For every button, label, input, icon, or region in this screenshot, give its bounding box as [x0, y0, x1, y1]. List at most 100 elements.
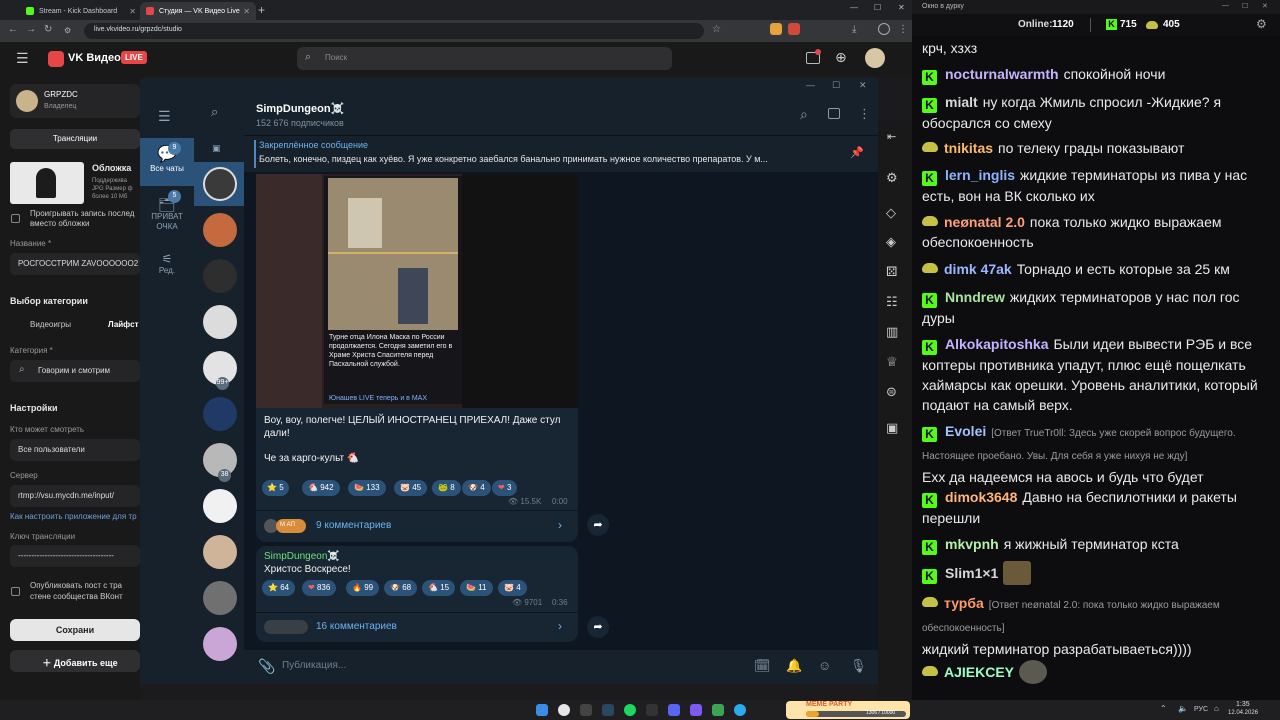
download-icon[interactable]: ⤓ [852, 24, 856, 35]
pin-list-icon[interactable]: 📌 [850, 146, 864, 159]
chat-username[interactable]: lern_inglis [945, 167, 1015, 183]
meme-party-widget[interactable]: MEME PARTY 1306 / 10000 [786, 701, 910, 719]
chat-avatar[interactable] [203, 213, 237, 247]
collapse-icon[interactable]: ⇤ [887, 130, 896, 143]
chat-username[interactable]: AJIEKCEY [944, 664, 1014, 680]
new-tab-button[interactable]: + [258, 3, 265, 17]
close-window-icon[interactable]: ✕ [898, 3, 905, 12]
tab-vk-studio[interactable]: Студия — VK Видео Live ✕ [140, 2, 256, 20]
play-record-checkbox[interactable] [11, 214, 20, 223]
search-icon[interactable]: ⌕ [211, 104, 218, 120]
chat-avatar[interactable] [203, 305, 237, 339]
reaction-pig[interactable]: 🐷 45 [394, 480, 428, 496]
chat-username[interactable]: dimok3648 [945, 489, 1017, 505]
back-icon[interactable]: ← [8, 24, 18, 35]
add-more-button[interactable]: ＋ Добавить еще [10, 650, 140, 672]
discord-icon[interactable] [668, 704, 680, 716]
avatar[interactable] [865, 48, 885, 68]
comments-bar[interactable]: М АП 9 комментариев › [256, 512, 578, 540]
spotify-icon[interactable] [624, 704, 636, 716]
extension-icon[interactable] [788, 23, 800, 35]
save-button[interactable]: Сохрани [10, 619, 140, 641]
settings-icon[interactable]: ⚙ [1256, 17, 1267, 31]
chat-username[interactable]: mkvpnh [945, 536, 999, 552]
chat-username[interactable]: Alkokapitoshka [945, 336, 1048, 352]
app-icon[interactable] [580, 704, 592, 716]
video-icon[interactable]: ▣ [886, 420, 898, 436]
chat-username[interactable]: tnikitas [944, 140, 993, 156]
reaction-melon[interactable]: 🍉 11 [460, 580, 493, 596]
microphone-icon[interactable]: 🎙 [850, 658, 867, 674]
clock-time[interactable]: 1:35 [1236, 701, 1250, 708]
network-icon[interactable]: ⌂ [1214, 704, 1219, 713]
reaction-melon[interactable]: 🍉 133 [348, 480, 386, 496]
emoji-icon[interactable]: ☺ [818, 658, 831, 673]
chat-avatar[interactable] [203, 627, 237, 661]
who-can-watch-select[interactable]: Все пользователи [10, 439, 140, 461]
close-tab-icon[interactable]: ✕ [129, 7, 136, 16]
profile-icon[interactable] [878, 23, 890, 35]
steam-icon[interactable] [602, 704, 614, 716]
reaction-chicken[interactable]: 🐔 942 [302, 480, 340, 496]
minimize-icon[interactable]: — [850, 3, 858, 12]
minimize-icon[interactable]: — [806, 80, 815, 90]
hamburger-menu-icon[interactable]: ☰ [158, 108, 171, 125]
server-field[interactable]: rtmp://vsu.mycdn.me/input/ [10, 485, 140, 507]
obs-icon[interactable] [646, 704, 658, 716]
list-icon[interactable]: ☷ [886, 294, 898, 310]
chat-username[interactable]: Slim1×1 [945, 565, 998, 581]
site-info-icon[interactable]: ⚙ [64, 26, 71, 35]
chat-avatar[interactable] [203, 259, 237, 293]
chrome-icon[interactable] [558, 704, 570, 716]
category-lifestyle[interactable]: Лайфст [108, 320, 139, 329]
chevron-up-icon[interactable]: ⌃ [1160, 704, 1167, 713]
chat-username[interactable]: турба [944, 595, 984, 611]
message-author[interactable]: SimpDungeon☠️ [264, 551, 340, 562]
clock-date[interactable]: 12.04.2026 [1228, 710, 1258, 716]
gem-icon[interactable]: ◇ [886, 205, 896, 221]
folder-edit[interactable]: ⚟ Ред. [140, 246, 194, 286]
setup-link[interactable]: Как настроить приложение для тр [10, 512, 140, 521]
minimize-icon[interactable]: — [1222, 2, 1229, 9]
close-tab-icon[interactable]: ✕ [243, 7, 250, 16]
diamond-icon[interactable]: ◈ [886, 234, 896, 250]
vk-logo-icon[interactable] [48, 51, 64, 67]
sidebar-toggle-icon[interactable] [828, 108, 840, 119]
schedule-icon[interactable]: 🗓 [754, 658, 771, 674]
search-input[interactable]: ⌕ Поиск [297, 47, 672, 70]
chat-avatar[interactable] [203, 535, 237, 569]
reaction-star[interactable]: ⭐ 5 [262, 480, 289, 496]
maximize-icon[interactable]: ☐ [874, 3, 881, 12]
hamburger-menu-icon[interactable]: ☰ [16, 50, 29, 67]
folder-all-chats[interactable]: 💬 Все чаты 9 [140, 138, 194, 186]
reaction-dog[interactable]: 🐶 68 [384, 580, 418, 596]
attach-icon[interactable]: 📎 [258, 658, 275, 675]
close-icon[interactable]: ✕ [859, 80, 867, 91]
reaction-frog[interactable]: 🐸 8 [432, 480, 461, 496]
maximize-icon[interactable]: ☐ [832, 80, 840, 91]
chat-avatar[interactable] [203, 581, 237, 615]
chat-username[interactable]: Nnndrew [945, 289, 1005, 305]
add-icon[interactable]: ⊕ [835, 49, 847, 66]
reaction-fire[interactable]: 🔥 99 [346, 580, 380, 596]
trophy-icon[interactable]: ♕ [886, 354, 898, 370]
tab-broadcasts[interactable]: Трансляции [10, 129, 140, 149]
more-icon[interactable]: ⋮ [858, 106, 871, 122]
category-field[interactable]: ⌕ Говорим и смотрим [10, 360, 140, 382]
reload-icon[interactable]: ↻ [44, 24, 52, 35]
chat-icon[interactable]: ⊜ [886, 384, 897, 400]
app-icon[interactable] [712, 704, 724, 716]
stats-icon[interactable]: ▥ [886, 324, 898, 340]
folder-private[interactable]: 🗂 ПРИВАТ ОЧКА 5 [140, 190, 194, 242]
reaction-star[interactable]: ⭐ 64 [262, 580, 296, 596]
reaction-heart[interactable]: ❤ 836 [302, 580, 337, 596]
chat-avatar-simpdungeon[interactable] [203, 167, 237, 201]
menu-dots-icon[interactable]: ⋮ [898, 24, 908, 35]
cover-thumbnail[interactable] [10, 162, 84, 204]
reaction-heart[interactable]: ❤ 3 [492, 480, 518, 496]
maximize-icon[interactable]: ☐ [1242, 2, 1248, 10]
close-icon[interactable]: ✕ [1262, 2, 1268, 10]
forward-icon[interactable]: ➦ [587, 514, 609, 536]
chat-username[interactable]: dimk 47ak [944, 261, 1012, 277]
category-games[interactable]: Видеоигры [30, 320, 71, 329]
